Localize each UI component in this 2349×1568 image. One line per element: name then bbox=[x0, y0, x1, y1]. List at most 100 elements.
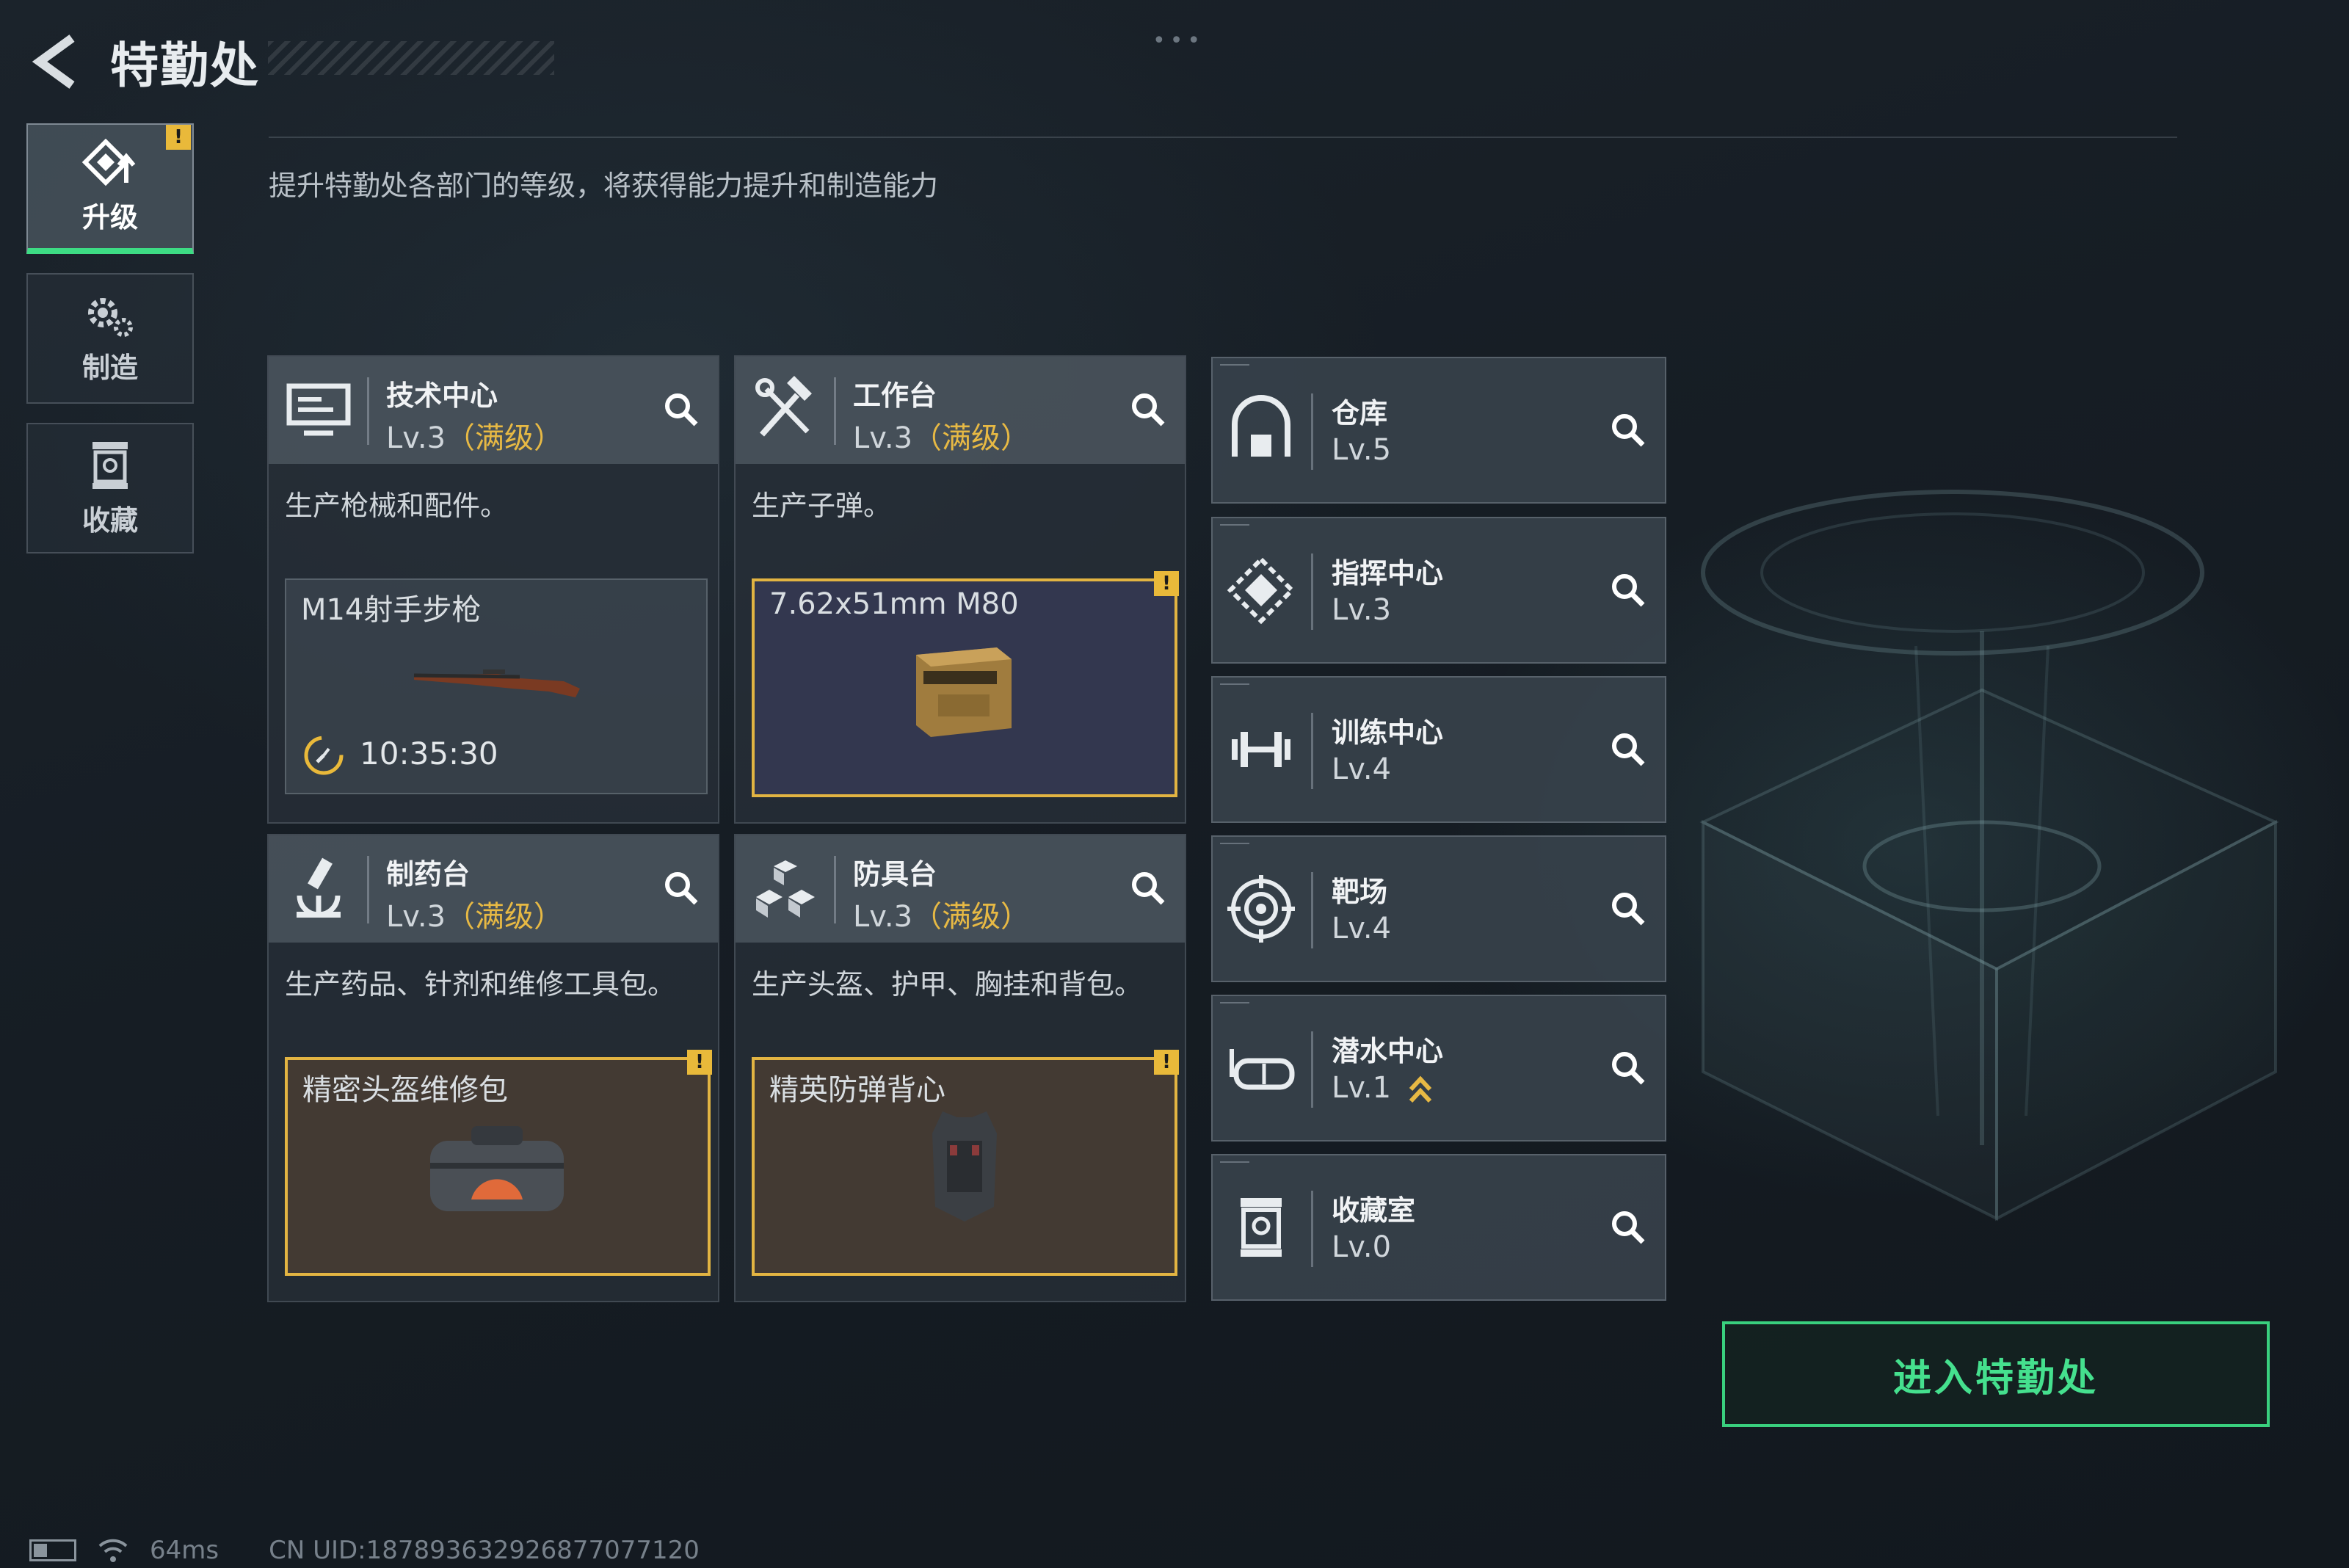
facility-name: 防具台 bbox=[853, 858, 937, 890]
room-card-diving-center[interactable]: 潜水中心 Lv.1 bbox=[1211, 995, 1666, 1141]
separator bbox=[1311, 393, 1313, 470]
room-name: 收藏室 bbox=[1332, 1194, 1416, 1227]
room-level: Lv.4 bbox=[1332, 912, 1392, 945]
base-blueprint-illustration bbox=[1699, 490, 2279, 1222]
facility-card-armor-bench[interactable]: 防具台 Lv.3（满级） 生产头盔、护甲、胸挂和背包。 精英防弹背心 ! bbox=[734, 834, 1186, 1302]
divider bbox=[269, 137, 2177, 138]
upgrade-icon bbox=[81, 138, 136, 186]
corner-decoration bbox=[1220, 1002, 1249, 1003]
search-icon[interactable] bbox=[661, 868, 702, 909]
slot-item-name: 精密头盔维修包 bbox=[302, 1073, 508, 1107]
corner-decoration bbox=[1220, 683, 1249, 685]
search-icon[interactable] bbox=[1128, 868, 1169, 909]
production-slot[interactable]: 7.62x51mm M80 ! bbox=[752, 571, 1179, 797]
warning-badge: ! bbox=[687, 1050, 712, 1075]
trophy-case-icon bbox=[92, 441, 128, 489]
room-card-warehouse[interactable]: 仓库 Lv.5 bbox=[1211, 357, 1666, 504]
separator bbox=[834, 377, 836, 445]
rifle-image bbox=[413, 669, 580, 697]
monitor-icon bbox=[286, 383, 351, 436]
page-subtitle: 提升特勤处各部门的等级，将获得能力提升和制造能力 bbox=[269, 170, 939, 202]
search-icon[interactable] bbox=[1608, 1048, 1649, 1089]
search-icon[interactable] bbox=[1608, 729, 1649, 770]
separator bbox=[1311, 872, 1313, 948]
facility-description: 生产枪械和配件。 bbox=[285, 490, 509, 522]
card-header: 制药台 Lv.3（满级） bbox=[269, 835, 718, 943]
nav-label: 制造 bbox=[81, 351, 138, 384]
target-icon bbox=[1227, 875, 1295, 943]
nav-tab-upgrade[interactable]: 升级 ! bbox=[26, 123, 194, 254]
facility-card-pharmacy[interactable]: 制药台 Lv.3（满级） 生产药品、针剂和维修工具包。 精密头盔维修包 ! bbox=[267, 834, 719, 1302]
diving-mask-icon bbox=[1230, 1049, 1295, 1090]
repair-kit-bag-image bbox=[430, 1126, 564, 1211]
corner-decoration bbox=[1220, 1161, 1249, 1163]
search-icon[interactable] bbox=[1608, 888, 1649, 929]
corner-decoration bbox=[1220, 364, 1249, 366]
wifi-icon bbox=[98, 1539, 128, 1562]
room-card-training-center[interactable]: 训练中心 Lv.4 bbox=[1211, 676, 1666, 823]
slot-item-name: M14射手步枪 bbox=[301, 593, 482, 627]
card-header: 工作台 Lv.3（满级） bbox=[736, 357, 1185, 464]
facility-level: Lv.3（满级） bbox=[853, 900, 1031, 934]
search-icon[interactable] bbox=[661, 389, 702, 430]
corner-decoration bbox=[1220, 843, 1249, 844]
command-diamond-icon bbox=[1227, 556, 1296, 625]
room-level: Lv.1 bbox=[1332, 1071, 1433, 1105]
clock-icon bbox=[304, 736, 344, 775]
room-card-shooting-range[interactable]: 靶场 Lv.4 bbox=[1211, 835, 1666, 982]
production-timer: 10:35:30 bbox=[360, 736, 498, 772]
ammo-box-image bbox=[916, 647, 1012, 737]
nav-label: 升级 bbox=[81, 200, 138, 233]
warning-badge: ! bbox=[166, 125, 191, 150]
room-name: 潜水中心 bbox=[1332, 1035, 1444, 1067]
trophy-case-icon bbox=[1241, 1198, 1282, 1257]
gears-icon bbox=[88, 297, 133, 337]
nav-tab-collection[interactable]: 收藏 bbox=[26, 423, 194, 553]
nav-tab-craft[interactable]: 制造 bbox=[26, 273, 194, 404]
separator bbox=[1311, 553, 1313, 630]
production-slot[interactable]: 精英防弹背心 ! bbox=[752, 1050, 1179, 1276]
nav-label: 收藏 bbox=[81, 504, 138, 537]
separator bbox=[367, 856, 369, 923]
room-card-collection-room[interactable]: 收藏室 Lv.0 bbox=[1211, 1154, 1666, 1301]
hammer-wrench-icon bbox=[755, 376, 812, 437]
production-slot[interactable]: M14射手步枪 10:35:30 bbox=[285, 578, 708, 794]
room-level: Lv.5 bbox=[1332, 433, 1392, 467]
back-chevron-icon[interactable] bbox=[29, 32, 81, 91]
armor-vest-image bbox=[932, 1111, 997, 1222]
separator bbox=[367, 377, 369, 445]
room-name: 指挥中心 bbox=[1332, 557, 1444, 589]
warehouse-icon bbox=[1232, 395, 1290, 457]
facility-level: Lv.3（满级） bbox=[853, 421, 1031, 455]
room-level: Lv.4 bbox=[1332, 752, 1392, 786]
facility-description: 生产子弹。 bbox=[752, 490, 892, 522]
room-card-command-center[interactable]: 指挥中心 Lv.3 bbox=[1211, 517, 1666, 664]
search-icon[interactable] bbox=[1608, 570, 1649, 611]
card-header: 技术中心 Lv.3（满级） bbox=[269, 357, 718, 464]
facility-name: 工作台 bbox=[853, 380, 937, 412]
search-icon[interactable] bbox=[1128, 389, 1169, 430]
dumbbell-icon bbox=[1232, 732, 1290, 767]
status-bar: 64ms CN UID:187893632926877077120 bbox=[29, 1536, 700, 1565]
facility-card-workbench[interactable]: 工作台 Lv.3（满级） 生产子弹。 7.62x51mm M80 ! bbox=[734, 355, 1186, 824]
separator bbox=[834, 856, 836, 923]
warning-badge: ! bbox=[1154, 1050, 1179, 1075]
search-icon[interactable] bbox=[1608, 1207, 1649, 1248]
search-icon[interactable] bbox=[1608, 410, 1649, 451]
separator bbox=[1311, 713, 1313, 789]
slot-item-name: 精英防弹背心 bbox=[769, 1073, 945, 1107]
enter-special-ops-button[interactable]: 进入特勤处 bbox=[1722, 1321, 2270, 1427]
title-decoration bbox=[268, 41, 554, 75]
facility-description: 生产药品、针剂和维修工具包。 bbox=[285, 968, 676, 1001]
production-slot[interactable]: 精密头盔维修包 ! bbox=[285, 1050, 712, 1276]
drag-handle-icon[interactable]: ••• bbox=[1152, 28, 1205, 54]
corner-decoration bbox=[1220, 524, 1249, 526]
battery-icon bbox=[29, 1539, 76, 1561]
microscope-icon bbox=[297, 857, 341, 918]
user-uid: CN UID:187893632926877077120 bbox=[269, 1536, 700, 1565]
room-name: 靶场 bbox=[1332, 876, 1388, 908]
cubes-icon bbox=[756, 860, 815, 918]
facility-card-tech-center[interactable]: 技术中心 Lv.3（满级） 生产枪械和配件。 M14射手步枪 10:35:30 bbox=[267, 355, 719, 824]
facility-level: Lv.3（满级） bbox=[386, 900, 564, 934]
facility-description: 生产头盔、护甲、胸挂和背包。 bbox=[752, 968, 1143, 1001]
